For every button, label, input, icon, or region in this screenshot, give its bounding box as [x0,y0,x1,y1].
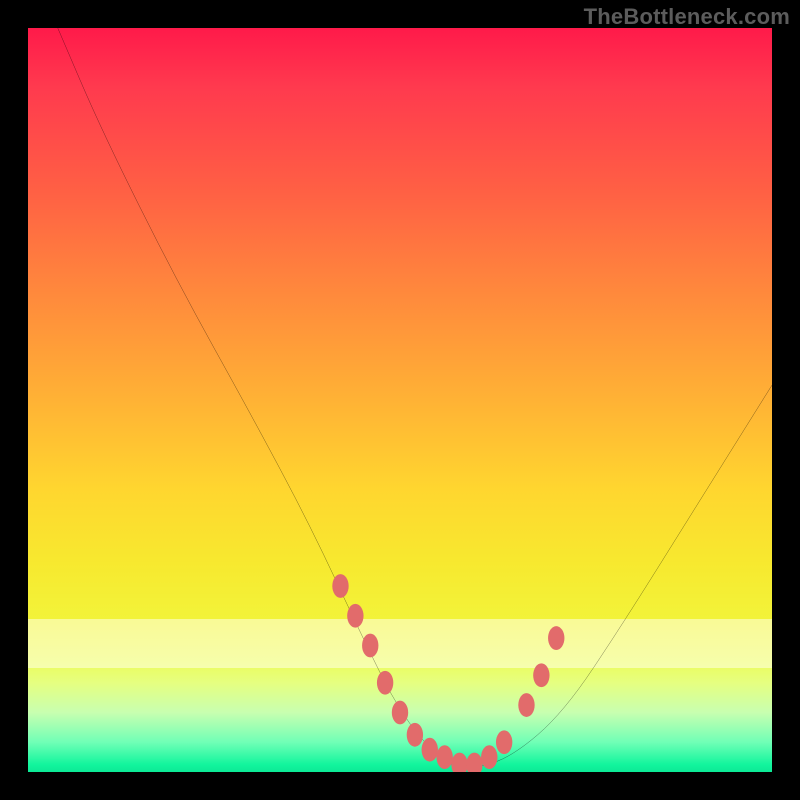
highlight-dots-group [332,574,564,772]
highlight-dot [533,663,549,687]
highlight-dot [481,745,497,769]
highlight-dot [548,626,564,650]
watermark-text: TheBottleneck.com [584,4,790,30]
highlight-dot [518,693,534,717]
highlight-dot [392,701,408,725]
highlight-dot [362,634,378,658]
highlight-dot [422,738,438,762]
chart-frame: TheBottleneck.com [0,0,800,800]
highlight-dot [407,723,423,747]
plot-area [28,28,772,772]
highlight-dot [436,745,452,769]
highlight-dots-svg [28,28,772,772]
highlight-dot [466,753,482,772]
highlight-dot [496,730,512,754]
highlight-dot [332,574,348,598]
highlight-dot [451,753,467,772]
highlight-dot [377,671,393,695]
highlight-dot [347,604,363,628]
